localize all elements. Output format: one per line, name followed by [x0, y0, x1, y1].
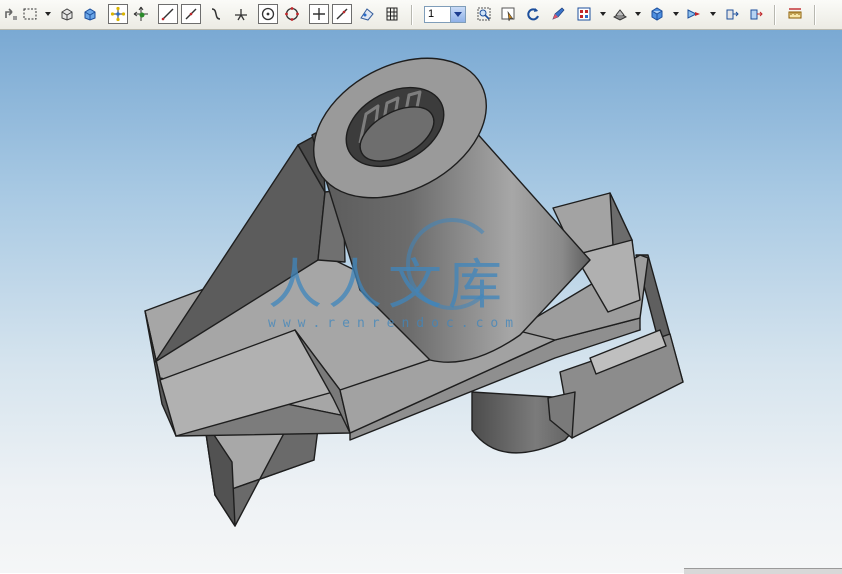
chevron-down-icon[interactable] — [450, 7, 465, 22]
section-two-icon[interactable] — [746, 4, 766, 24]
move-icon[interactable] — [131, 4, 151, 24]
circle-point-icon[interactable] — [282, 4, 302, 24]
view-arrow-icon[interactable] — [684, 4, 704, 24]
render-mode-icon[interactable] — [610, 4, 630, 24]
curve-icon[interactable] — [206, 4, 226, 24]
chevron-down-icon[interactable] — [710, 12, 716, 16]
zoom-level-select[interactable]: 1 — [424, 6, 466, 23]
grid-icon[interactable] — [382, 4, 402, 24]
horizontal-scrollbar[interactable] — [684, 568, 842, 574]
chevron-down-icon[interactable] — [673, 12, 679, 16]
cross-icon[interactable] — [309, 4, 329, 24]
zoom-window-icon[interactable] — [498, 4, 518, 24]
view-box-icon[interactable] — [57, 4, 77, 24]
view-select-icon[interactable] — [574, 4, 594, 24]
pencil-icon[interactable] — [548, 4, 568, 24]
toolbar-separator — [411, 5, 413, 25]
toolbar-separator — [774, 5, 776, 25]
chevron-down-icon[interactable] — [45, 12, 51, 16]
3d-viewport[interactable]: 人人文库 www.renrendoc.com — [0, 30, 842, 573]
watermark-logo-ring — [406, 218, 498, 310]
main-toolbar: 1 — [0, 0, 842, 30]
chevron-down-icon[interactable] — [600, 12, 606, 16]
chevron-down-icon[interactable] — [635, 12, 641, 16]
select-box-icon[interactable] — [20, 4, 40, 24]
snap-icon[interactable] — [108, 4, 128, 24]
measure-icon[interactable] — [785, 4, 805, 24]
zoom-level-value: 1 — [428, 8, 435, 20]
perpendicular-icon[interactable] — [231, 4, 251, 24]
solid-box-icon[interactable] — [80, 4, 100, 24]
toolbar-separator — [814, 5, 816, 25]
rotate-icon[interactable] — [1, 4, 21, 24]
refresh-icon[interactable] — [523, 4, 543, 24]
shaded-cube-icon[interactable] — [647, 4, 667, 24]
section-icon[interactable] — [722, 4, 742, 24]
slash-icon[interactable] — [332, 4, 352, 24]
circle-target-icon[interactable] — [258, 4, 278, 24]
line-icon[interactable] — [158, 4, 178, 24]
sketch-icon[interactable] — [357, 4, 377, 24]
diagonal-icon[interactable] — [181, 4, 201, 24]
zoom-fit-icon[interactable] — [474, 4, 494, 24]
3d-part-model[interactable] — [0, 30, 842, 573]
